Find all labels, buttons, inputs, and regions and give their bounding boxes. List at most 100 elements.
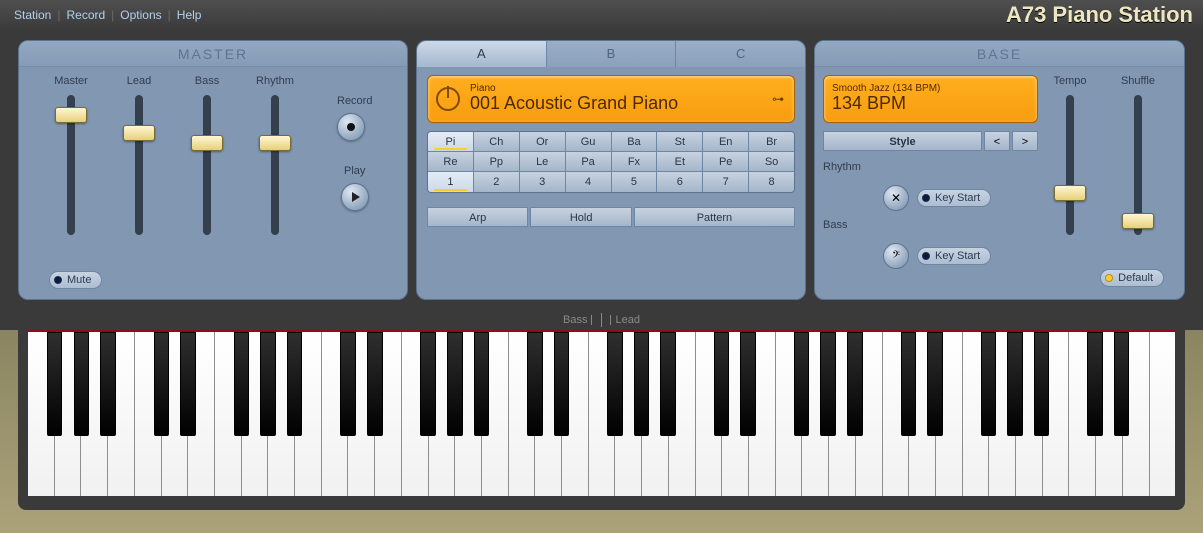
pattern-button[interactable]: Pattern <box>634 207 795 227</box>
category-cell[interactable]: Gu <box>566 132 612 152</box>
fader-track[interactable] <box>271 95 279 235</box>
black-key[interactable] <box>740 332 755 436</box>
fader-track[interactable] <box>67 95 75 235</box>
black-key[interactable] <box>847 332 862 436</box>
black-key[interactable] <box>154 332 169 436</box>
black-key[interactable] <box>1034 332 1049 436</box>
rhythm-icon[interactable]: ✕ <box>883 185 909 211</box>
menu-record[interactable]: Record <box>62 8 109 22</box>
category-cell[interactable]: En <box>703 132 749 152</box>
black-key[interactable] <box>447 332 462 436</box>
play-icon <box>352 192 360 202</box>
menu-station[interactable]: Station <box>10 8 55 22</box>
play-button[interactable] <box>341 183 369 211</box>
black-key[interactable] <box>554 332 569 436</box>
fader-knob[interactable] <box>55 107 87 123</box>
instrument-lcd[interactable]: Piano 001 Acoustic Grand Piano ⊶ <box>427 75 795 123</box>
category-cell[interactable]: Ba <box>612 132 658 152</box>
rhythm-keystart-toggle[interactable]: Key Start <box>917 189 991 207</box>
tab-b[interactable]: B <box>547 41 677 67</box>
bass-icon[interactable]: 𝄢 <box>883 243 909 269</box>
bass-keystart-toggle[interactable]: Key Start <box>917 247 991 265</box>
category-cell[interactable]: Pp <box>474 152 520 172</box>
fader-knob[interactable] <box>1122 213 1154 229</box>
black-key[interactable] <box>981 332 996 436</box>
fader-track[interactable] <box>135 95 143 235</box>
fader-track[interactable] <box>203 95 211 235</box>
link-icon[interactable]: ⊶ <box>772 92 784 106</box>
variation-cell[interactable]: 3 <box>520 172 566 192</box>
white-key[interactable] <box>1150 332 1175 496</box>
variation-cell[interactable]: 2 <box>474 172 520 192</box>
black-key[interactable] <box>1087 332 1102 436</box>
variation-cell[interactable]: 1 <box>428 172 474 192</box>
arp-button[interactable]: Arp <box>427 207 528 227</box>
black-key[interactable] <box>260 332 275 436</box>
black-key[interactable] <box>634 332 649 436</box>
hold-button[interactable]: Hold <box>530 207 631 227</box>
split-indicator[interactable]: Bass Lead <box>28 306 1175 330</box>
category-cell[interactable]: Le <box>520 152 566 172</box>
black-key[interactable] <box>527 332 542 436</box>
tempo-lcd[interactable]: Smooth Jazz (134 BPM) 134 BPM <box>823 75 1038 123</box>
black-key[interactable] <box>180 332 195 436</box>
black-key[interactable] <box>607 332 622 436</box>
category-cell[interactable]: Pe <box>703 152 749 172</box>
play-label: Play <box>341 165 369 177</box>
black-key[interactable] <box>1007 332 1022 436</box>
split-handle-icon <box>591 315 611 325</box>
black-key[interactable] <box>474 332 489 436</box>
black-key[interactable] <box>1114 332 1129 436</box>
fader-label: Shuffle <box>1121 75 1155 87</box>
category-cell[interactable]: Et <box>657 152 703 172</box>
black-key[interactable] <box>714 332 729 436</box>
variation-cell[interactable]: 6 <box>657 172 703 192</box>
category-cell[interactable]: So <box>749 152 794 172</box>
category-cell[interactable]: Ch <box>474 132 520 152</box>
category-cell[interactable]: Br <box>749 132 794 152</box>
abc-tabs: A B C <box>417 41 805 67</box>
tab-a[interactable]: A <box>417 41 547 67</box>
black-key[interactable] <box>820 332 835 436</box>
category-cell[interactable]: Pa <box>566 152 612 172</box>
default-toggle[interactable]: Default <box>1100 269 1164 287</box>
fader-knob[interactable] <box>259 135 291 151</box>
black-key[interactable] <box>47 332 62 436</box>
variation-cell[interactable]: 8 <box>749 172 794 192</box>
fader-label: Bass <box>195 75 219 87</box>
black-key[interactable] <box>660 332 675 436</box>
black-key[interactable] <box>367 332 382 436</box>
fader-track[interactable] <box>1134 95 1142 235</box>
menu-help[interactable]: Help <box>173 8 206 22</box>
category-cell[interactable]: Or <box>520 132 566 152</box>
style-next-button[interactable]: > <box>1012 131 1038 151</box>
variation-cell[interactable]: 5 <box>612 172 658 192</box>
black-key[interactable] <box>234 332 249 436</box>
black-key[interactable] <box>901 332 916 436</box>
tab-c[interactable]: C <box>676 41 805 67</box>
mute-toggle[interactable]: Mute <box>49 271 102 289</box>
menu-options[interactable]: Options <box>116 8 165 22</box>
black-key[interactable] <box>794 332 809 436</box>
record-button[interactable] <box>337 113 365 141</box>
fader-knob[interactable] <box>123 125 155 141</box>
black-key[interactable] <box>74 332 89 436</box>
black-key[interactable] <box>927 332 942 436</box>
category-cell[interactable]: Pi <box>428 132 474 152</box>
black-key[interactable] <box>287 332 302 436</box>
category-cell[interactable]: Fx <box>612 152 658 172</box>
fader-knob[interactable] <box>1054 185 1086 201</box>
variation-cell[interactable]: 4 <box>566 172 612 192</box>
category-cell[interactable]: St <box>657 132 703 152</box>
black-key[interactable] <box>100 332 115 436</box>
black-key[interactable] <box>420 332 435 436</box>
fader-knob[interactable] <box>191 135 223 151</box>
black-key[interactable] <box>340 332 355 436</box>
variation-cell[interactable]: 7 <box>703 172 749 192</box>
style-button[interactable]: Style <box>823 131 982 151</box>
category-cell[interactable]: Re <box>428 152 474 172</box>
fader-track[interactable] <box>1066 95 1074 235</box>
master-panel: MASTER MasterLeadBassRhythm Record Play … <box>18 40 408 300</box>
bpm-value: 134 BPM <box>832 94 940 114</box>
style-prev-button[interactable]: < <box>984 131 1010 151</box>
